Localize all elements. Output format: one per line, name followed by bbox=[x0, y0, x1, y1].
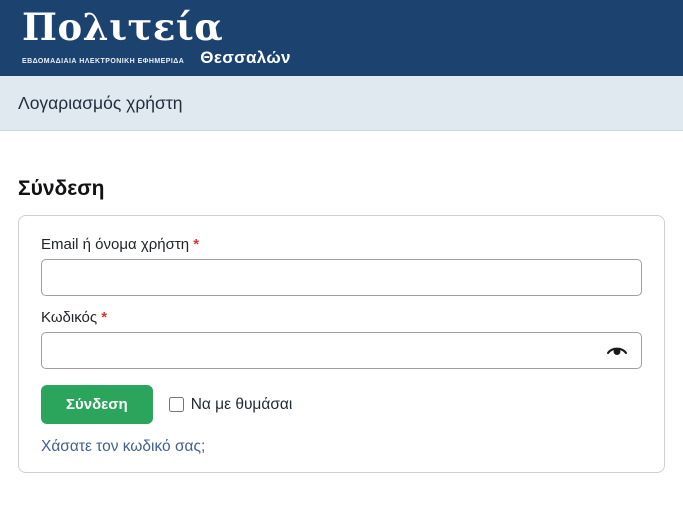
forgot-password-link[interactable]: Χάσατε τον κωδικό σας; bbox=[41, 438, 205, 456]
site-logo[interactable]: Πολιτεία ΕΒΔΟΜΑΔΙΑΙΑ ΗΛΕΚΤΡΟΝΙΚΗ ΕΦΗΜΕΡΙ… bbox=[22, 8, 291, 68]
logo-subtitle: Θεσσαλών bbox=[200, 48, 290, 68]
remember-me-checkbox[interactable] bbox=[169, 397, 184, 412]
site-header: Πολιτεία ΕΒΔΟΜΑΔΙΑΙΑ ΗΛΕΚΤΡΟΝΙΚΗ ΕΦΗΜΕΡΙ… bbox=[0, 0, 683, 76]
password-field-group: Κωδικός * bbox=[41, 309, 642, 369]
password-input[interactable] bbox=[41, 332, 642, 369]
eye-icon bbox=[606, 346, 628, 361]
password-label: Κωδικός * bbox=[41, 309, 642, 326]
logo-title: Πολιτεία bbox=[22, 8, 291, 47]
remember-me-option[interactable]: Να με θυμάσαι bbox=[169, 396, 293, 414]
remember-me-label: Να με θυμάσαι bbox=[191, 396, 293, 414]
username-label-text: Email ή όνομα χρήστη bbox=[41, 236, 189, 253]
username-field-group: Email ή όνομα χρήστη * bbox=[41, 236, 642, 296]
required-marker: * bbox=[101, 309, 107, 326]
form-actions: Σύνδεση Να με θυμάσαι bbox=[41, 385, 642, 424]
username-label: Email ή όνομα χρήστη * bbox=[41, 236, 642, 253]
password-input-wrapper bbox=[41, 332, 642, 369]
main-content: Σύνδεση Email ή όνομα χρήστη * Κωδικός * bbox=[0, 177, 683, 473]
page-title: Λογαριασμός χρήστη bbox=[18, 93, 182, 114]
page-title-bar: Λογαριασμός χρήστη bbox=[0, 76, 683, 131]
login-heading: Σύνδεση bbox=[18, 177, 665, 201]
password-visibility-toggle[interactable] bbox=[602, 341, 632, 361]
username-input[interactable] bbox=[41, 259, 642, 296]
required-marker: * bbox=[193, 236, 199, 253]
password-label-text: Κωδικός bbox=[41, 309, 97, 326]
login-form: Email ή όνομα χρήστη * Κωδικός * bbox=[18, 215, 665, 473]
logo-tagline: ΕΒΔΟΜΑΔΙΑΙΑ ΗΛΕΚΤΡΟΝΙΚΗ ΕΦΗΜΕΡΙΔΑ bbox=[22, 58, 184, 68]
login-submit-button[interactable]: Σύνδεση bbox=[41, 385, 153, 424]
logo-subrow: ΕΒΔΟΜΑΔΙΑΙΑ ΗΛΕΚΤΡΟΝΙΚΗ ΕΦΗΜΕΡΙΔΑ Θεσσαλ… bbox=[22, 48, 291, 68]
